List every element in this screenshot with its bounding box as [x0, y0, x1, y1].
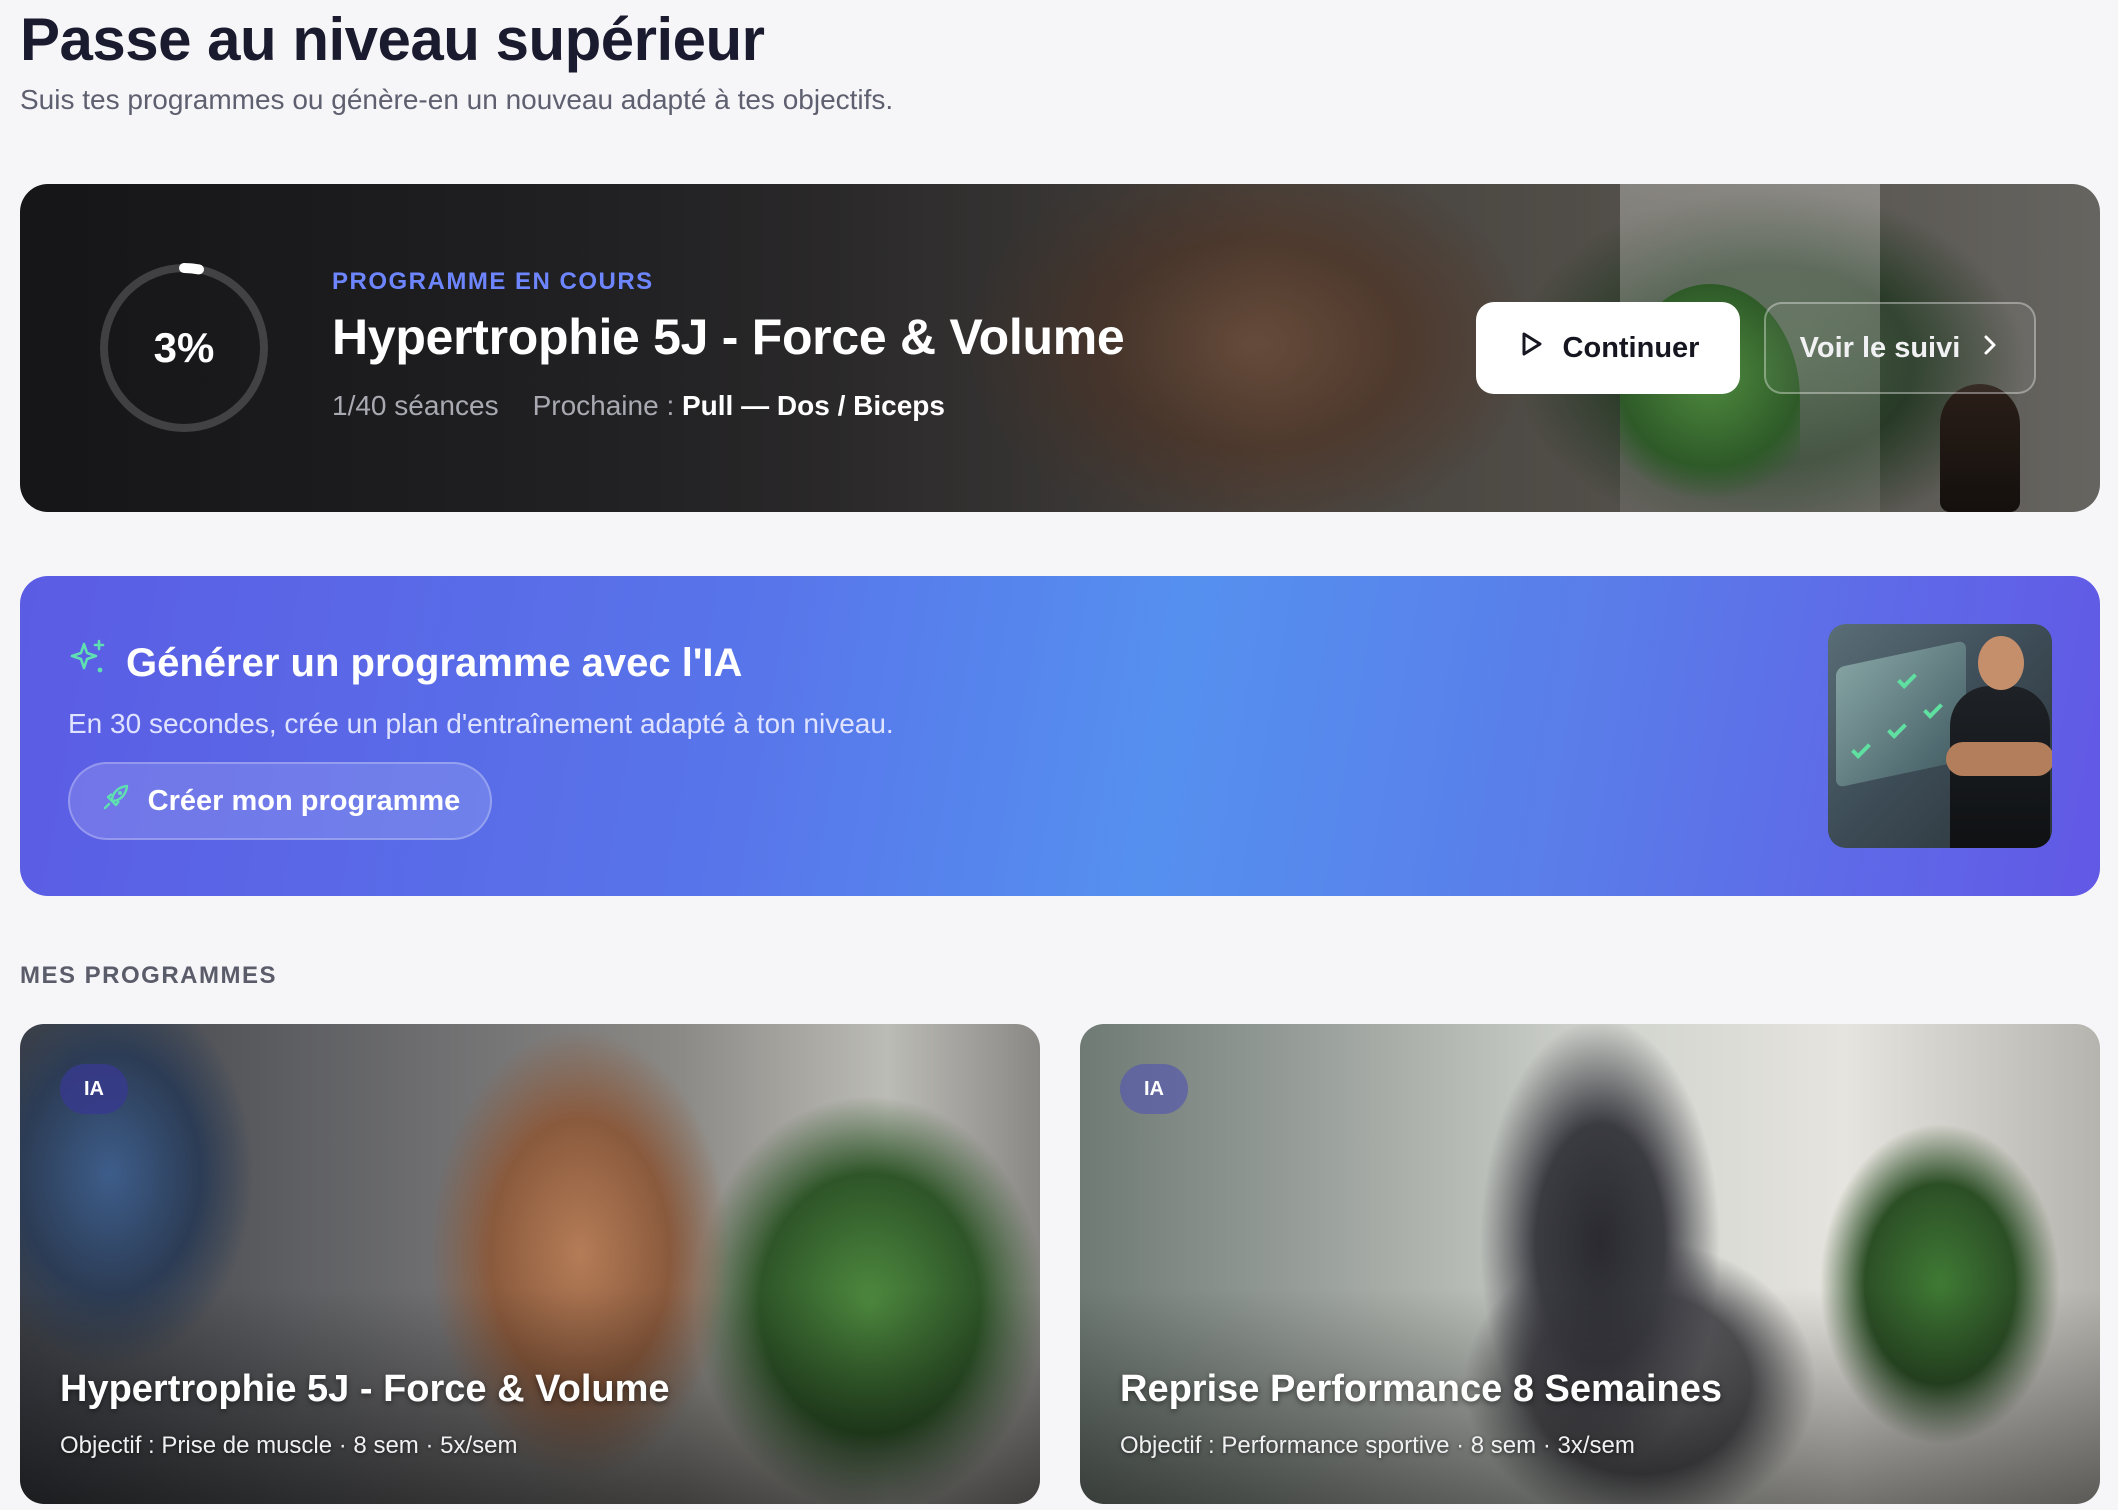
program-card-title: Reprise Performance 8 Semaines — [1120, 1368, 1722, 1410]
ai-badge: IA — [1120, 1064, 1188, 1114]
current-program-meta: 1/40 séances Prochaine : Pull — Dos / Bi… — [332, 390, 945, 422]
rocket-icon — [100, 781, 132, 821]
program-card-title: Hypertrophie 5J - Force & Volume — [60, 1368, 670, 1410]
program-card[interactable]: IA Hypertrophie 5J - Force & Volume Obje… — [20, 1024, 1040, 1504]
coach-figure-arms — [1946, 742, 2052, 776]
chevron-right-icon — [1980, 332, 2000, 365]
coach-figure-head — [1978, 636, 2024, 690]
play-icon — [1517, 330, 1545, 366]
ai-banner-title: Générer un programme avec l'IA — [68, 638, 742, 688]
hero-background-vase — [1940, 384, 2020, 512]
ai-banner-title-text: Générer un programme avec l'IA — [126, 640, 743, 685]
sparkles-icon — [68, 638, 108, 688]
next-session: Prochaine : Pull — Dos / Biceps — [533, 390, 945, 422]
ai-coach-image — [1828, 624, 2052, 848]
programs-page: Passe au niveau supérieur Suis tes progr… — [0, 0, 2118, 1510]
current-program-eyebrow: PROGRAMME EN COURS — [332, 268, 654, 295]
page-subtitle: Suis tes programmes ou génère-en un nouv… — [20, 84, 894, 115]
next-session-label: Prochaine : — [532, 390, 675, 421]
my-programs-heading: MES PROGRAMMES — [20, 962, 278, 989]
ai-badge: IA — [60, 1064, 128, 1114]
view-progress-button-label: Voir le suivi — [1799, 331, 1961, 364]
progress-percent: 3% — [153, 324, 215, 371]
program-card[interactable]: IA Reprise Performance 8 Semaines Object… — [1080, 1024, 2100, 1504]
continue-button[interactable]: Continuer — [1476, 302, 1740, 394]
create-program-button-label: Créer mon programme — [147, 784, 461, 817]
sessions-count: 1/40 séances — [332, 390, 499, 421]
program-card-meta: Objectif : Performance sportive · 8 sem … — [1120, 1432, 1635, 1459]
current-program-title: Hypertrophie 5J - Force & Volume — [332, 309, 1125, 365]
program-card-meta: Objectif : Prise de muscle · 8 sem · 5x/… — [60, 1432, 518, 1459]
ai-banner-subtitle: En 30 secondes, crée un plan d'entraînem… — [68, 708, 894, 739]
page-title: Passe au niveau supérieur — [20, 6, 765, 73]
create-program-button[interactable]: Créer mon programme — [68, 762, 492, 840]
current-program-card[interactable]: 3% PROGRAMME EN COURS Hypertrophie 5J - … — [20, 184, 2100, 512]
next-session-value: Pull — Dos / Biceps — [682, 390, 945, 421]
view-progress-button[interactable]: Voir le suivi — [1764, 302, 2036, 394]
continue-button-label: Continuer — [1562, 331, 1700, 364]
ai-generate-banner: Générer un programme avec l'IA En 30 sec… — [20, 576, 2100, 896]
